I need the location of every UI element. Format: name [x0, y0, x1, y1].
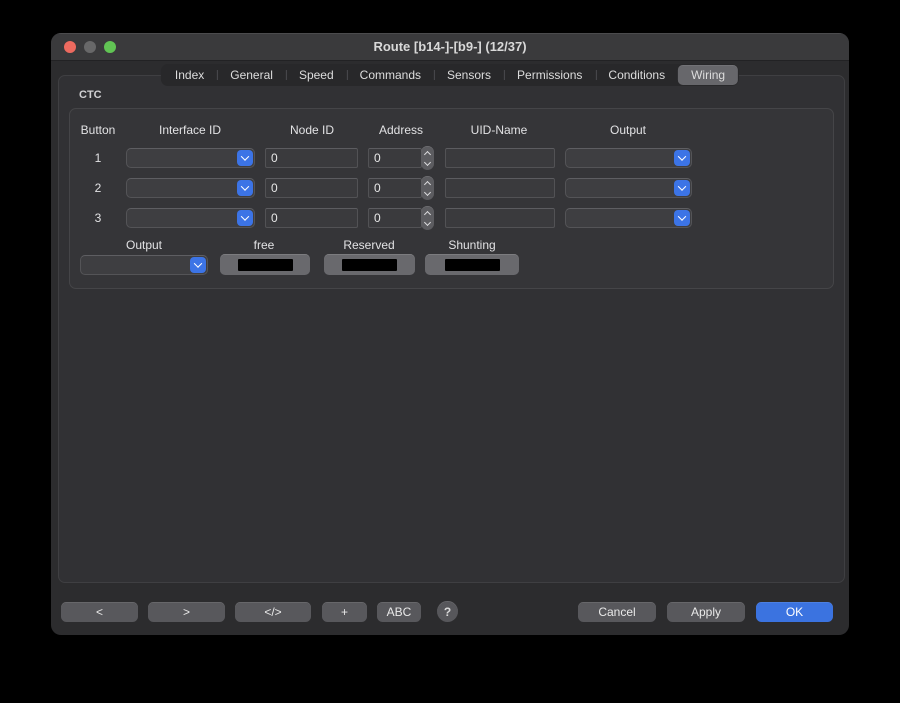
- row-number: 3: [86, 208, 110, 228]
- chevron-down-icon: [237, 180, 253, 196]
- address-stepper[interactable]: [421, 176, 434, 200]
- cancel-button[interactable]: Cancel: [578, 602, 656, 622]
- interface-id-select[interactable]: [126, 178, 255, 198]
- node-id-input[interactable]: [265, 178, 358, 198]
- chevron-down-icon: [674, 180, 690, 196]
- code-button[interactable]: </>: [235, 602, 311, 622]
- tab-general[interactable]: General: [217, 65, 286, 85]
- stepper-up-icon: [424, 180, 431, 187]
- tab-commands[interactable]: Commands: [347, 65, 434, 85]
- column-header-button: Button: [81, 123, 116, 137]
- row-number: 2: [86, 178, 110, 198]
- shunting-label: Shunting: [448, 238, 495, 252]
- tab-bar: Index General Speed Commands Sensors Per…: [161, 64, 739, 86]
- address-input[interactable]: [368, 208, 422, 228]
- add-button[interactable]: +: [322, 602, 367, 622]
- output-select[interactable]: [565, 148, 692, 168]
- ctc-group-label: CTC: [79, 89, 102, 101]
- ok-button[interactable]: OK: [756, 602, 833, 622]
- column-header-interface-id: Interface ID: [159, 123, 221, 137]
- window-title: Route [b14-]-[b9-] (12/37): [51, 33, 849, 61]
- titlebar[interactable]: Route [b14-]-[b9-] (12/37): [51, 33, 849, 61]
- interface-id-select[interactable]: [126, 208, 255, 228]
- node-id-input[interactable]: [265, 148, 358, 168]
- stepper-down-icon: [424, 218, 431, 225]
- output-label: Output: [126, 238, 162, 252]
- column-header-output: Output: [610, 123, 646, 137]
- uid-name-input[interactable]: [445, 178, 555, 198]
- stepper-up-icon: [424, 150, 431, 157]
- tab-conditions[interactable]: Conditions: [595, 65, 678, 85]
- column-header-node-id: Node ID: [290, 123, 334, 137]
- uid-name-input[interactable]: [445, 148, 555, 168]
- node-id-input[interactable]: [265, 208, 358, 228]
- tab-permissions[interactable]: Permissions: [504, 65, 595, 85]
- wiring-tab-panel: CTC Button Interface ID Node ID Address …: [58, 75, 845, 583]
- chevron-down-icon: [237, 150, 253, 166]
- column-header-address: Address: [379, 123, 423, 137]
- tab-sensors[interactable]: Sensors: [434, 65, 504, 85]
- chevron-down-icon: [674, 150, 690, 166]
- next-button[interactable]: >: [148, 602, 225, 622]
- chevron-down-icon: [237, 210, 253, 226]
- stepper-up-icon: [424, 210, 431, 217]
- address-input[interactable]: [368, 148, 422, 168]
- route-dialog-window: Route [b14-]-[b9-] (12/37) Index General…: [51, 33, 849, 635]
- stepper-down-icon: [424, 158, 431, 165]
- color-swatch: [445, 259, 500, 271]
- output-select[interactable]: [565, 178, 692, 198]
- abc-button[interactable]: ABC: [377, 602, 421, 622]
- address-stepper[interactable]: [421, 206, 434, 230]
- tab-speed[interactable]: Speed: [286, 65, 347, 85]
- uid-name-input[interactable]: [445, 208, 555, 228]
- tab-wiring[interactable]: Wiring: [678, 65, 738, 85]
- free-color-well[interactable]: [220, 254, 310, 275]
- chevron-down-icon: [674, 210, 690, 226]
- stepper-down-icon: [424, 188, 431, 195]
- column-header-uid-name: UID-Name: [471, 123, 528, 137]
- address-input[interactable]: [368, 178, 422, 198]
- apply-button[interactable]: Apply: [667, 602, 745, 622]
- prev-button[interactable]: <: [61, 602, 138, 622]
- tab-index[interactable]: Index: [162, 65, 217, 85]
- output-mode-select[interactable]: [80, 255, 208, 275]
- reserved-label: Reserved: [343, 238, 394, 252]
- address-stepper[interactable]: [421, 146, 434, 170]
- interface-id-select[interactable]: [126, 148, 255, 168]
- row-number: 1: [86, 148, 110, 168]
- ctc-groupbox: Button Interface ID Node ID Address UID-…: [69, 108, 834, 289]
- free-label: free: [254, 238, 275, 252]
- reserved-color-well[interactable]: [324, 254, 415, 275]
- color-swatch: [342, 259, 397, 271]
- output-select[interactable]: [565, 208, 692, 228]
- shunting-color-well[interactable]: [425, 254, 519, 275]
- help-button[interactable]: ?: [437, 601, 458, 622]
- color-swatch: [238, 259, 293, 271]
- chevron-down-icon: [190, 257, 206, 273]
